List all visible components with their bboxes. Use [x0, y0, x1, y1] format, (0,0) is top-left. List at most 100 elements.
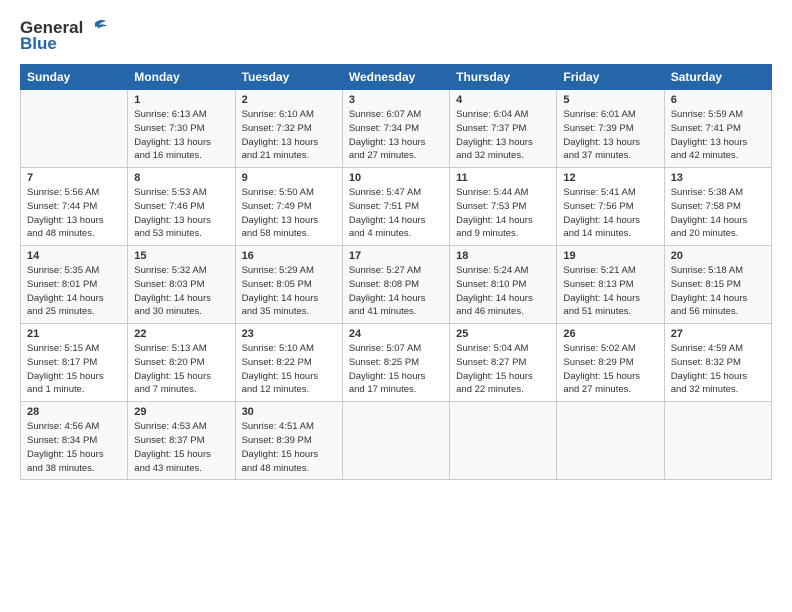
day-number: 17	[349, 250, 443, 262]
day-number: 13	[671, 172, 765, 184]
calendar-cell: 10 Sunrise: 5:47 AMSunset: 7:51 PMDayligh…	[342, 168, 449, 246]
day-number: 30	[242, 406, 336, 418]
calendar-cell: 20Sunrise: 5:18 AMSunset: 8:15 PMDayligh…	[664, 246, 771, 324]
calendar-cell: 2 Sunrise: 6:10 AMSunset: 7:32 PMDaylight…	[235, 90, 342, 168]
logo-bird-icon	[85, 19, 107, 37]
calendar-cell: 9Sunrise: 5:50 AMSunset: 7:49 PMDaylight…	[235, 168, 342, 246]
day-number: 19	[563, 250, 657, 262]
header: General Blue	[20, 18, 772, 54]
calendar-cell: 29Sunrise: 4:53 AMSunset: 8:37 PMDayligh…	[128, 402, 235, 480]
calendar-week-row: 28Sunrise: 4:56 AMSunset: 8:34 PMDayligh…	[21, 402, 772, 480]
day-info: Sunrise: 5:10 AMSunset: 8:22 PMDaylight:…	[242, 342, 336, 397]
day-info: Sunrise: 5:04 AMSunset: 8:27 PMDaylight:…	[456, 342, 550, 397]
calendar-cell: 21 Sunrise: 5:15 AMSunset: 8:17 PMDayligh…	[21, 324, 128, 402]
calendar-cell	[21, 90, 128, 168]
day-number: 2	[242, 94, 336, 106]
calendar-cell	[557, 402, 664, 480]
calendar-week-row: 7 Sunrise: 5:56 AMSunset: 7:44 PMDaylight…	[21, 168, 772, 246]
day-number: 1	[134, 94, 228, 106]
day-info: Sunrise: 5:47 AMSunset: 7:51 PMDaylight:…	[349, 186, 443, 241]
calendar-cell: 8 Sunrise: 5:53 AMSunset: 7:46 PMDaylight…	[128, 168, 235, 246]
day-info: Sunrise: 6:01 AMSunset: 7:39 PMDaylight:…	[563, 108, 657, 163]
day-number: 7	[27, 172, 121, 184]
calendar-cell: 1 Sunrise: 6:13 AMSunset: 7:30 PMDaylight…	[128, 90, 235, 168]
day-info: Sunrise: 5:44 AMSunset: 7:53 PMDaylight:…	[456, 186, 550, 241]
day-info: Sunrise: 5:41 AMSunset: 7:56 PMDaylight:…	[563, 186, 657, 241]
header-day-tuesday: Tuesday	[235, 65, 342, 90]
calendar-cell: 25 Sunrise: 5:04 AMSunset: 8:27 PMDayligh…	[450, 324, 557, 402]
calendar-cell: 6Sunrise: 5:59 AMSunset: 7:41 PMDaylight…	[664, 90, 771, 168]
calendar-cell: 17 Sunrise: 5:27 AMSunset: 8:08 PMDayligh…	[342, 246, 449, 324]
calendar-cell: 14 Sunrise: 5:35 AMSunset: 8:01 PMDayligh…	[21, 246, 128, 324]
day-info: Sunrise: 4:53 AMSunset: 8:37 PMDaylight:…	[134, 420, 228, 475]
day-info: Sunrise: 6:13 AMSunset: 7:30 PMDaylight:…	[134, 108, 228, 163]
day-number: 10	[349, 172, 443, 184]
day-info: Sunrise: 5:07 AMSunset: 8:25 PMDaylight:…	[349, 342, 443, 397]
calendar-cell: 5 Sunrise: 6:01 AMSunset: 7:39 PMDaylight…	[557, 90, 664, 168]
day-number: 18	[456, 250, 550, 262]
day-number: 21	[27, 328, 121, 340]
calendar-cell: 28Sunrise: 4:56 AMSunset: 8:34 PMDayligh…	[21, 402, 128, 480]
day-info: Sunrise: 5:53 AMSunset: 7:46 PMDaylight:…	[134, 186, 228, 241]
logo: General Blue	[20, 18, 107, 54]
calendar-cell	[450, 402, 557, 480]
calendar-cell: 16 Sunrise: 5:29 AMSunset: 8:05 PMDayligh…	[235, 246, 342, 324]
calendar-cell: 26Sunrise: 5:02 AMSunset: 8:29 PMDayligh…	[557, 324, 664, 402]
day-number: 8	[134, 172, 228, 184]
calendar-week-row: 14 Sunrise: 5:35 AMSunset: 8:01 PMDayligh…	[21, 246, 772, 324]
day-number: 11	[456, 172, 550, 184]
calendar-cell: 11 Sunrise: 5:44 AMSunset: 7:53 PMDayligh…	[450, 168, 557, 246]
day-number: 14	[27, 250, 121, 262]
calendar-cell: 12 Sunrise: 5:41 AMSunset: 7:56 PMDayligh…	[557, 168, 664, 246]
day-info: Sunrise: 5:15 AMSunset: 8:17 PMDaylight:…	[27, 342, 121, 397]
calendar-week-row: 1 Sunrise: 6:13 AMSunset: 7:30 PMDaylight…	[21, 90, 772, 168]
day-number: 3	[349, 94, 443, 106]
day-number: 24	[349, 328, 443, 340]
calendar-cell: 7 Sunrise: 5:56 AMSunset: 7:44 PMDaylight…	[21, 168, 128, 246]
day-number: 15	[134, 250, 228, 262]
day-number: 23	[242, 328, 336, 340]
day-info: Sunrise: 5:29 AMSunset: 8:05 PMDaylight:…	[242, 264, 336, 319]
day-info: Sunrise: 4:56 AMSunset: 8:34 PMDaylight:…	[27, 420, 121, 475]
day-number: 6	[671, 94, 765, 106]
calendar-cell	[342, 402, 449, 480]
calendar-cell	[664, 402, 771, 480]
day-info: Sunrise: 5:56 AMSunset: 7:44 PMDaylight:…	[27, 186, 121, 241]
calendar-week-row: 21 Sunrise: 5:15 AMSunset: 8:17 PMDayligh…	[21, 324, 772, 402]
day-info: Sunrise: 6:10 AMSunset: 7:32 PMDaylight:…	[242, 108, 336, 163]
day-info: Sunrise: 5:50 AMSunset: 7:49 PMDaylight:…	[242, 186, 336, 241]
logo-blue-text: Blue	[20, 34, 57, 54]
day-info: Sunrise: 5:27 AMSunset: 8:08 PMDaylight:…	[349, 264, 443, 319]
calendar-cell: 15Sunrise: 5:32 AMSunset: 8:03 PMDayligh…	[128, 246, 235, 324]
day-info: Sunrise: 5:24 AMSunset: 8:10 PMDaylight:…	[456, 264, 550, 319]
calendar-table: SundayMondayTuesdayWednesdayThursdayFrid…	[20, 64, 772, 480]
calendar-header-row: SundayMondayTuesdayWednesdayThursdayFrid…	[21, 65, 772, 90]
day-info: Sunrise: 5:35 AMSunset: 8:01 PMDaylight:…	[27, 264, 121, 319]
day-number: 12	[563, 172, 657, 184]
header-day-monday: Monday	[128, 65, 235, 90]
calendar-cell: 23 Sunrise: 5:10 AMSunset: 8:22 PMDayligh…	[235, 324, 342, 402]
header-day-friday: Friday	[557, 65, 664, 90]
day-number: 5	[563, 94, 657, 106]
day-info: Sunrise: 4:51 AMSunset: 8:39 PMDaylight:…	[242, 420, 336, 475]
day-info: Sunrise: 5:02 AMSunset: 8:29 PMDaylight:…	[563, 342, 657, 397]
day-info: Sunrise: 4:59 AMSunset: 8:32 PMDaylight:…	[671, 342, 765, 397]
day-number: 16	[242, 250, 336, 262]
header-day-sunday: Sunday	[21, 65, 128, 90]
header-day-saturday: Saturday	[664, 65, 771, 90]
page: General Blue SundayMondayTuesdayWednesda…	[0, 0, 792, 612]
header-day-wednesday: Wednesday	[342, 65, 449, 90]
day-info: Sunrise: 5:38 AMSunset: 7:58 PMDaylight:…	[671, 186, 765, 241]
calendar-cell: 3Sunrise: 6:07 AMSunset: 7:34 PMDaylight…	[342, 90, 449, 168]
calendar-cell: 19 Sunrise: 5:21 AMSunset: 8:13 PMDayligh…	[557, 246, 664, 324]
calendar-cell: 4Sunrise: 6:04 AMSunset: 7:37 PMDaylight…	[450, 90, 557, 168]
calendar-cell: 22Sunrise: 5:13 AMSunset: 8:20 PMDayligh…	[128, 324, 235, 402]
calendar-cell: 30 Sunrise: 4:51 AMSunset: 8:39 PMDayligh…	[235, 402, 342, 480]
day-number: 4	[456, 94, 550, 106]
header-day-thursday: Thursday	[450, 65, 557, 90]
day-info: Sunrise: 5:21 AMSunset: 8:13 PMDaylight:…	[563, 264, 657, 319]
calendar-cell: 13 Sunrise: 5:38 AMSunset: 7:58 PMDayligh…	[664, 168, 771, 246]
day-info: Sunrise: 5:18 AMSunset: 8:15 PMDaylight:…	[671, 264, 765, 319]
day-number: 22	[134, 328, 228, 340]
day-number: 25	[456, 328, 550, 340]
